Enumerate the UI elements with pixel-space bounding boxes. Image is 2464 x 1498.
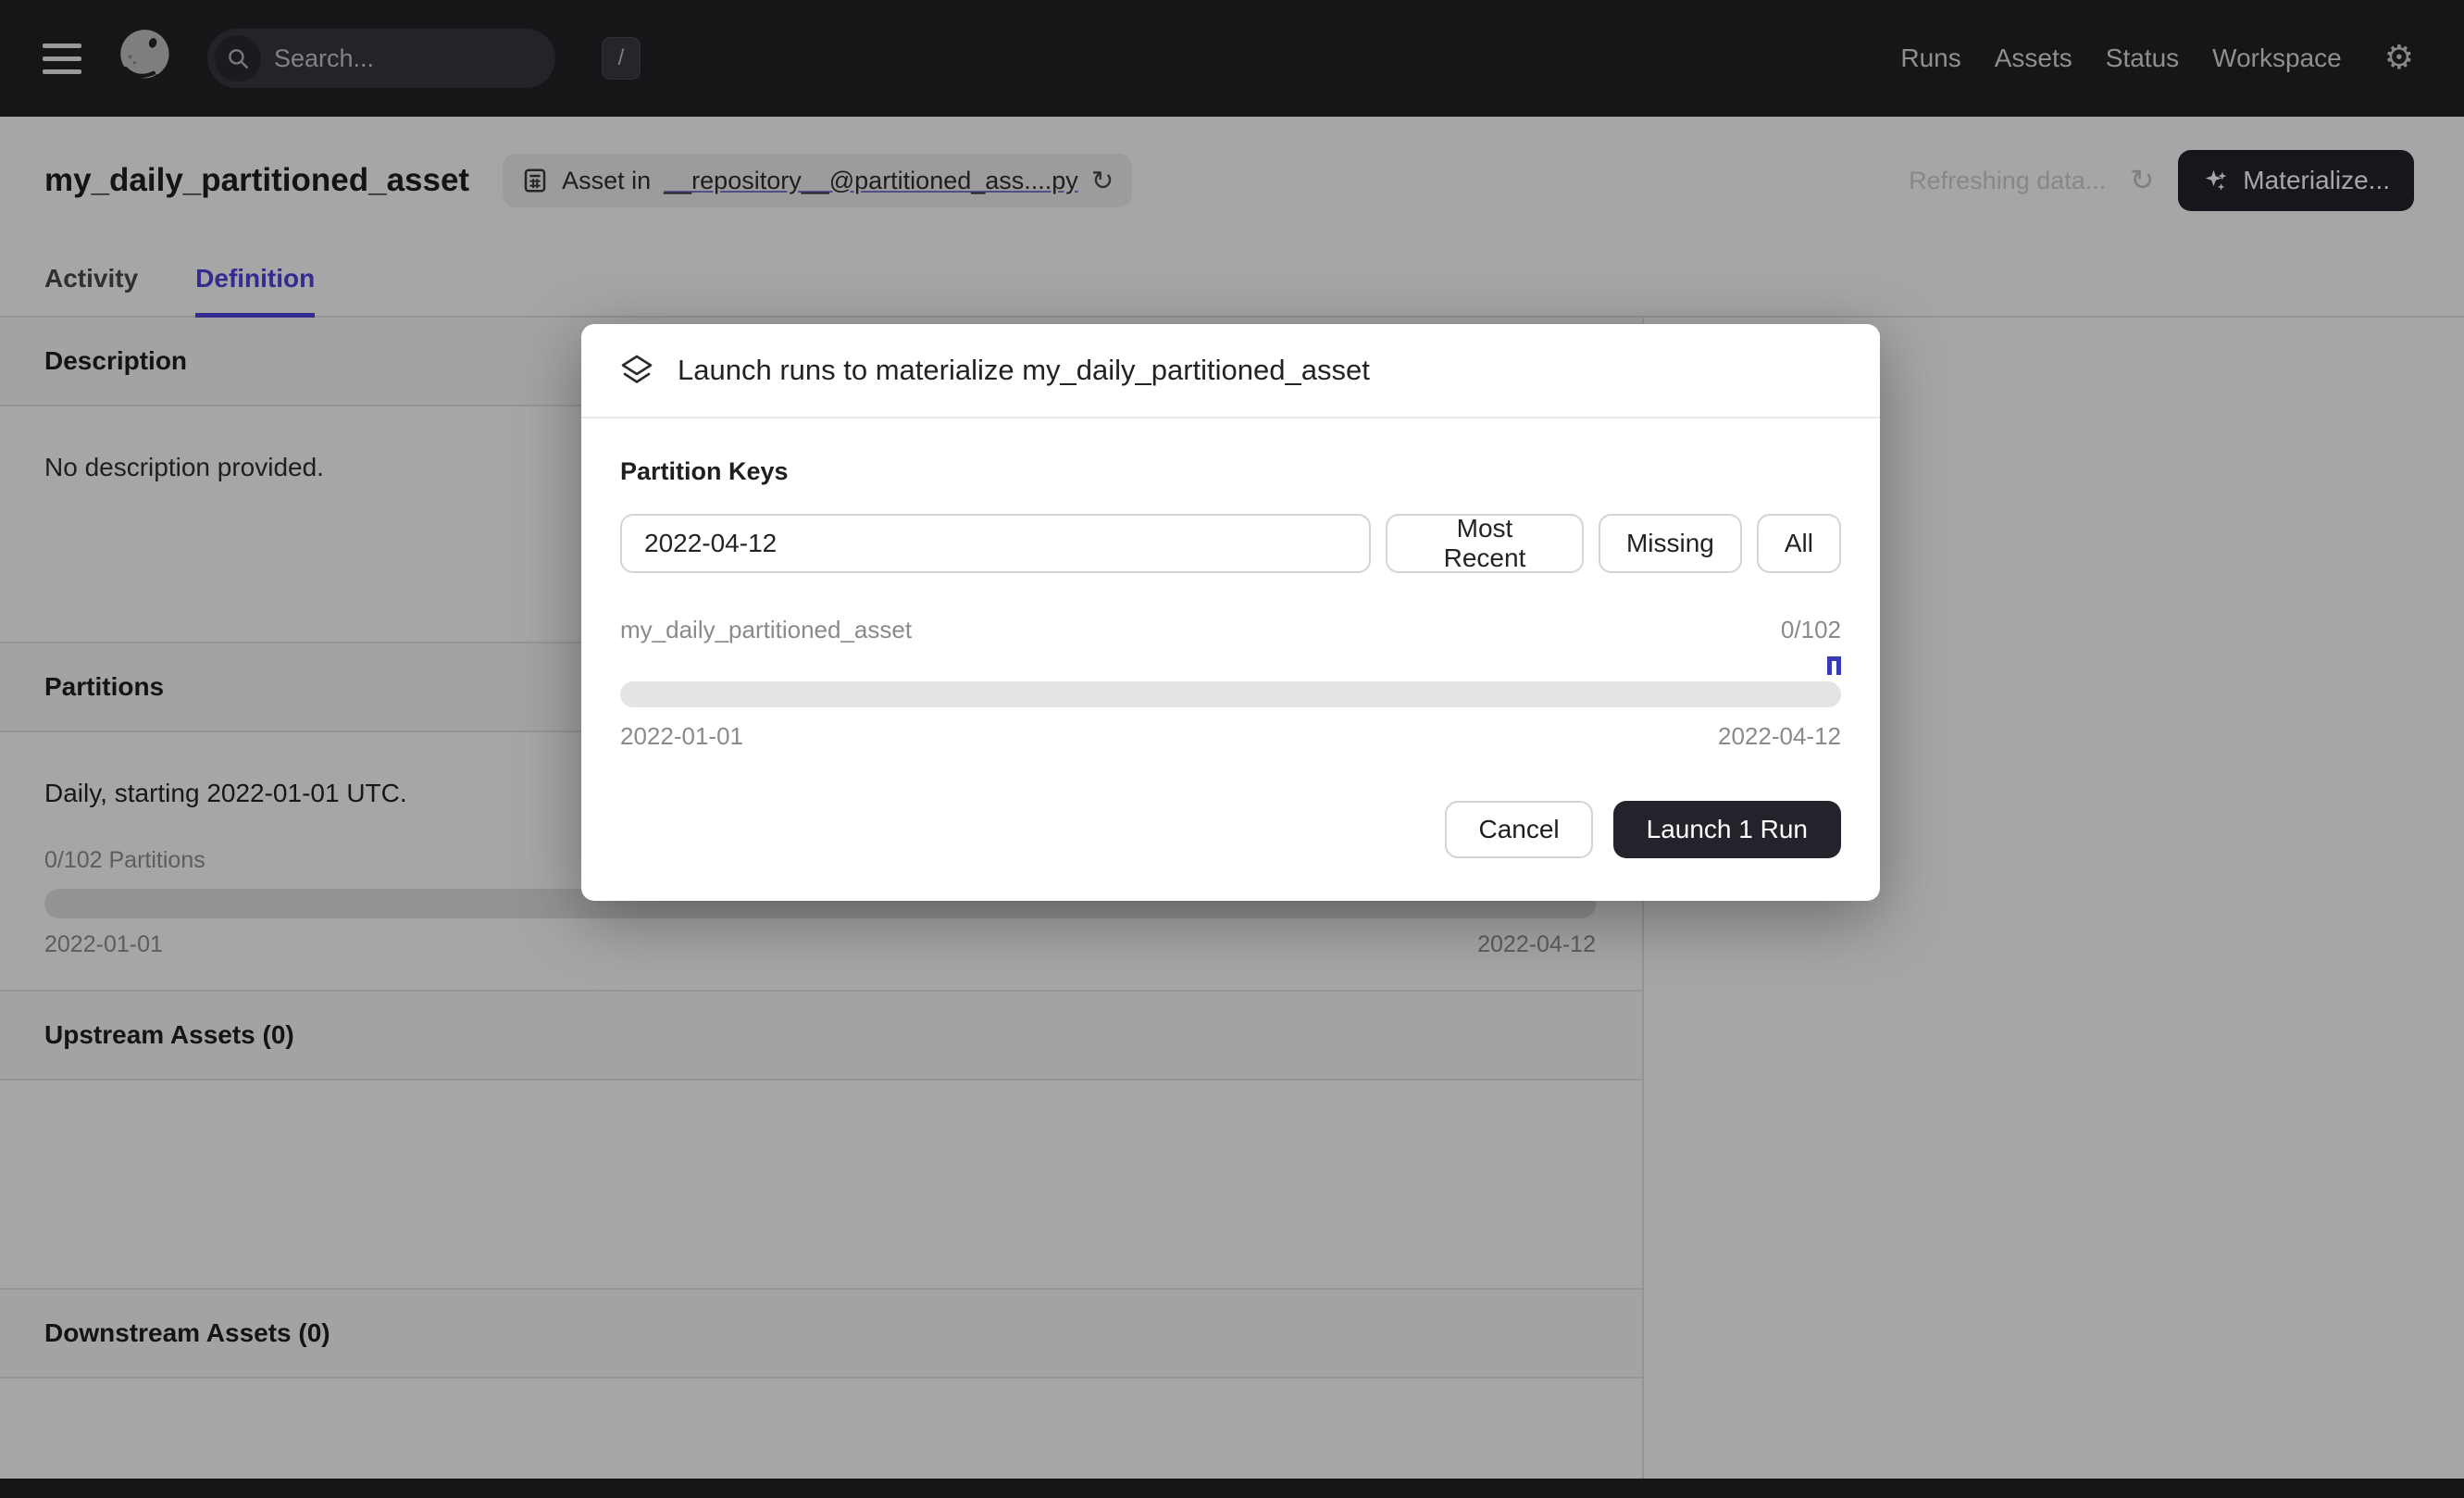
dagster-app: / Runs Assets Status Workspace ⚙ my_dail…: [0, 0, 2464, 1498]
dialog-header: Launch runs to materialize my_daily_part…: [581, 324, 1880, 418]
partition-selector-wrap: [620, 681, 1841, 707]
all-button[interactable]: All: [1757, 514, 1841, 573]
launch-runs-dialog: Launch runs to materialize my_daily_part…: [581, 324, 1880, 901]
partition-selector-bar[interactable]: [620, 681, 1841, 707]
cancel-button[interactable]: Cancel: [1445, 801, 1592, 858]
missing-button[interactable]: Missing: [1599, 514, 1742, 573]
modal-asset-name: my_daily_partitioned_asset: [620, 616, 912, 644]
dialog-body: Partition Keys Most Recent Missing All m…: [581, 418, 1880, 751]
dialog-footer: Cancel Launch 1 Run: [581, 751, 1880, 901]
most-recent-button[interactable]: Most Recent: [1386, 514, 1584, 573]
partition-keys-input[interactable]: [620, 514, 1371, 573]
modal-range-end: 2022-04-12: [1718, 722, 1841, 751]
dialog-title: Launch runs to materialize my_daily_part…: [678, 354, 1370, 387]
launch-run-button[interactable]: Launch 1 Run: [1613, 801, 1841, 858]
modal-partition-count: 0/102: [1781, 616, 1841, 644]
modal-range-start: 2022-01-01: [620, 722, 743, 751]
partition-keys-label: Partition Keys: [620, 457, 1841, 486]
selected-partition-marker: [1827, 656, 1841, 675]
asset-layers-icon: [620, 355, 653, 386]
